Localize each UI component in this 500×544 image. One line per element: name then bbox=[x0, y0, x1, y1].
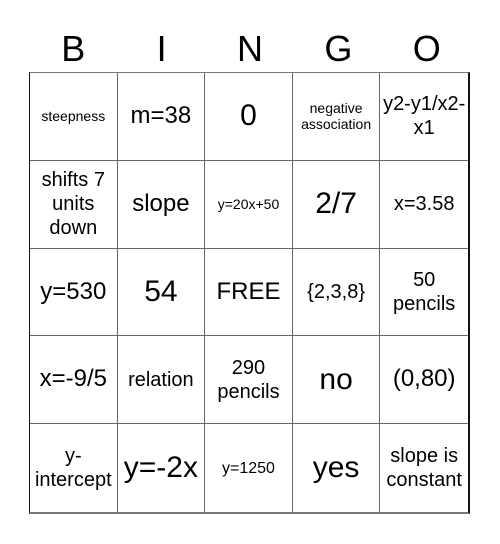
bingo-cell[interactable]: y=20x+50 bbox=[205, 160, 293, 249]
header-letter-b: B bbox=[61, 28, 86, 69]
header-letter-i: I bbox=[156, 28, 167, 69]
bingo-cell[interactable]: x=-9/5 bbox=[30, 336, 118, 425]
bingo-header: B I N G O bbox=[29, 26, 471, 72]
bingo-cell[interactable]: 54 bbox=[117, 248, 206, 337]
bingo-card-grid: steepness m=38 0 negative association y2-y1/… bbox=[29, 72, 470, 514]
bingo-cell[interactable]: yes bbox=[293, 424, 381, 512]
bingo-cell[interactable]: y=530 bbox=[30, 248, 118, 337]
bingo-cell[interactable]: x=3.58 bbox=[380, 161, 468, 249]
bingo-cell[interactable]: 0 bbox=[205, 73, 293, 161]
bingo-cell[interactable]: negative association bbox=[292, 73, 381, 161]
bingo-cell[interactable]: relation bbox=[117, 336, 206, 425]
bingo-cell[interactable]: 2/7 bbox=[292, 160, 381, 249]
bingo-cell[interactable]: y=-2x bbox=[118, 424, 206, 512]
bingo-cell[interactable]: 290 pencils bbox=[205, 336, 293, 425]
bingo-cell[interactable]: shifts 7 units down bbox=[30, 160, 118, 249]
bingo-cell[interactable]: slope bbox=[117, 160, 206, 249]
header-letter-o: O bbox=[412, 28, 441, 69]
bingo-cell[interactable]: {2,3,8} bbox=[292, 248, 381, 337]
bingo-cell[interactable]: y2-y1/x2-x1 bbox=[380, 73, 468, 161]
header-letter-n: N bbox=[236, 28, 263, 69]
bingo-cell[interactable]: slope is constant bbox=[380, 424, 468, 512]
bingo-cell[interactable]: no bbox=[292, 336, 381, 425]
bingo-cell[interactable]: (0,80) bbox=[380, 336, 468, 425]
bingo-cell-free[interactable]: FREE bbox=[205, 248, 293, 337]
bingo-cell[interactable]: m=38 bbox=[117, 73, 206, 161]
bingo-cell[interactable]: steepness bbox=[30, 73, 118, 161]
header-letter-g: G bbox=[324, 28, 353, 69]
bingo-cell[interactable]: y-intercept bbox=[30, 424, 118, 512]
bingo-cell[interactable]: 50 pencils bbox=[380, 249, 468, 337]
bingo-cell[interactable]: y=1250 bbox=[205, 424, 293, 512]
